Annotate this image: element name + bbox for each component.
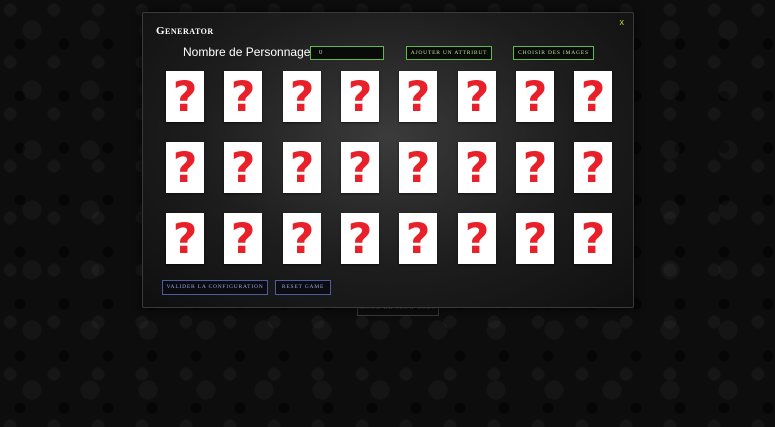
character-card[interactable]: ? — [458, 142, 496, 193]
question-mark-icon: ? — [231, 214, 255, 263]
question-mark-icon: ? — [406, 143, 430, 192]
character-count-input[interactable] — [310, 46, 384, 60]
card-glyph: ? — [406, 72, 430, 121]
question-mark-icon: ? — [290, 72, 314, 121]
character-card[interactable]: ? — [224, 213, 262, 264]
character-card[interactable]: ? — [458, 71, 496, 122]
generator-modal: Generator x Nombre de Personnages : Ajou… — [142, 12, 634, 308]
character-card[interactable]: ? — [574, 71, 612, 122]
character-card[interactable]: ? — [341, 71, 379, 122]
question-mark-icon: ? — [173, 143, 197, 192]
card-glyph: ? — [348, 72, 372, 121]
card-glyph: ? — [231, 143, 255, 192]
character-card[interactable]: ? — [166, 213, 204, 264]
question-mark-icon: ? — [231, 72, 255, 121]
card-glyph: ? — [231, 72, 255, 121]
question-mark-icon: ? — [173, 72, 197, 121]
question-mark-icon: ? — [348, 72, 372, 121]
question-mark-icon: ? — [231, 143, 255, 192]
card-glyph: ? — [581, 143, 605, 192]
card-glyph: ? — [523, 143, 547, 192]
question-mark-icon: ? — [465, 143, 489, 192]
card-glyph: ? — [290, 72, 314, 121]
character-card[interactable]: ? — [166, 71, 204, 122]
character-card[interactable]: ? — [283, 213, 321, 264]
card-glyph: ? — [348, 214, 372, 263]
card-glyph: ? — [523, 72, 547, 121]
character-card[interactable]: ? — [341, 213, 379, 264]
character-card[interactable]: ? — [399, 142, 437, 193]
card-glyph: ? — [523, 214, 547, 263]
card-glyph: ? — [173, 143, 197, 192]
card-glyph: ? — [348, 143, 372, 192]
card-glyph: ? — [173, 72, 197, 121]
card-glyph: ? — [231, 214, 255, 263]
character-card[interactable]: ? — [516, 213, 554, 264]
character-card[interactable]: ? — [224, 142, 262, 193]
character-card[interactable]: ? — [399, 71, 437, 122]
question-mark-icon: ? — [290, 214, 314, 263]
card-glyph: ? — [465, 214, 489, 263]
card-glyph: ? — [581, 214, 605, 263]
question-mark-icon: ? — [290, 143, 314, 192]
add-attribute-button[interactable]: Ajouter un attribut — [406, 46, 492, 60]
character-card[interactable]: ? — [399, 213, 437, 264]
question-mark-icon: ? — [581, 143, 605, 192]
reset-game-button[interactable]: Reset game — [275, 280, 331, 295]
question-mark-icon: ? — [581, 72, 605, 121]
question-mark-icon: ? — [523, 72, 547, 121]
card-glyph: ? — [406, 214, 430, 263]
character-card[interactable]: ? — [574, 213, 612, 264]
close-button[interactable]: x — [620, 17, 625, 27]
question-mark-icon: ? — [523, 214, 547, 263]
question-mark-icon: ? — [348, 143, 372, 192]
character-card[interactable]: ? — [516, 142, 554, 193]
choose-images-button[interactable]: Choisir des images — [513, 46, 594, 60]
character-card[interactable]: ? — [574, 142, 612, 193]
question-mark-icon: ? — [523, 143, 547, 192]
character-card[interactable]: ? — [224, 71, 262, 122]
card-glyph: ? — [290, 214, 314, 263]
card-glyph: ? — [290, 143, 314, 192]
character-card[interactable]: ? — [516, 71, 554, 122]
question-mark-icon: ? — [406, 72, 430, 121]
card-glyph: ? — [173, 214, 197, 263]
card-glyph: ? — [465, 143, 489, 192]
modal-title: Generator — [156, 25, 214, 37]
card-glyph: ? — [406, 143, 430, 192]
validate-configuration-button[interactable]: Valider la configuration — [162, 280, 268, 295]
card-glyph: ? — [581, 72, 605, 121]
character-card[interactable]: ? — [341, 142, 379, 193]
question-mark-icon: ? — [173, 214, 197, 263]
question-mark-icon: ? — [348, 214, 372, 263]
question-mark-icon: ? — [465, 214, 489, 263]
question-mark-icon: ? — [465, 72, 489, 121]
question-mark-icon: ? — [406, 214, 430, 263]
character-count-label: Nombre de Personnages : — [183, 45, 324, 59]
question-mark-icon: ? — [581, 214, 605, 263]
character-card[interactable]: ? — [166, 142, 204, 193]
character-card[interactable]: ? — [283, 71, 321, 122]
card-glyph: ? — [465, 72, 489, 121]
character-card[interactable]: ? — [458, 213, 496, 264]
character-card[interactable]: ? — [283, 142, 321, 193]
